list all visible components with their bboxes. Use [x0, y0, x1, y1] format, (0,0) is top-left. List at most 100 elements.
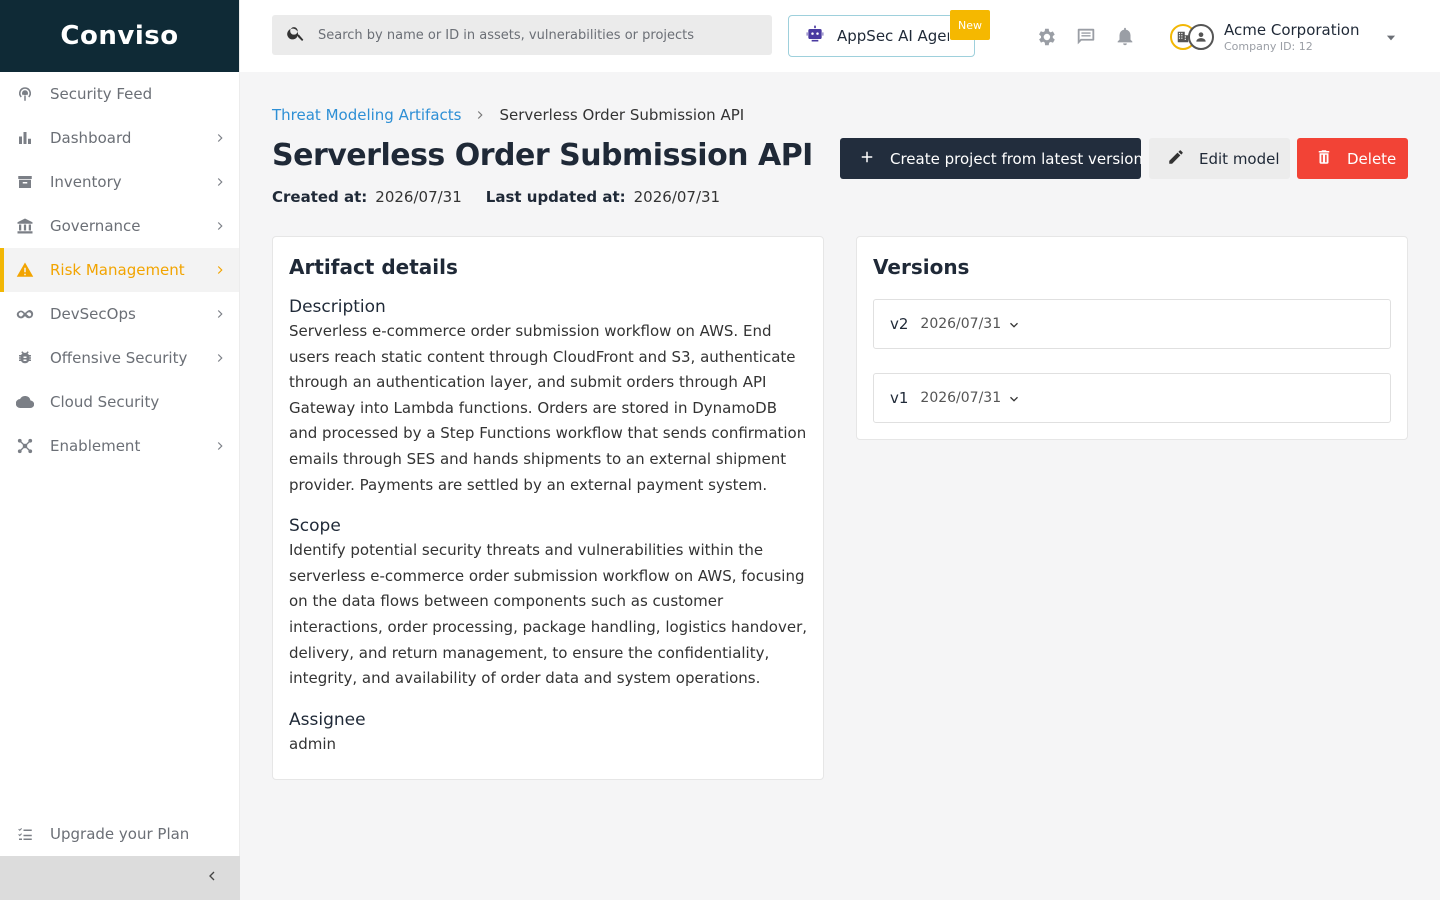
chevron-right-icon	[213, 307, 227, 321]
delete-button[interactable]: Delete	[1297, 138, 1408, 179]
gear-icon	[1035, 28, 1057, 52]
version-date: 2026/07/31	[920, 316, 1002, 332]
sidebar-item-enablement[interactable]: Enablement	[0, 424, 239, 468]
search-icon	[286, 23, 306, 47]
create-project-button[interactable]: Create project from latest version	[840, 138, 1143, 179]
assignee-label: Assignee	[289, 709, 366, 730]
trash-icon	[1315, 148, 1333, 170]
created-at-label: Created at:	[272, 188, 368, 206]
version-item-v1[interactable]: v1 2026/07/31	[873, 373, 1391, 423]
created-at-value: 2026/07/31	[375, 188, 462, 206]
edit-model-button[interactable]: Edit model	[1149, 138, 1290, 179]
chevron-down-icon	[1007, 391, 1021, 405]
sidebar-collapse-button[interactable]	[0, 856, 240, 900]
sidebar-item-label: Cloud Security	[50, 393, 160, 411]
description-text: Serverless e-commerce order submission w…	[289, 322, 807, 494]
appsec-ai-agent-button[interactable]: AppSec AI Agent	[788, 15, 975, 57]
chevron-down-icon	[1007, 317, 1021, 331]
bell-icon	[1114, 27, 1136, 51]
cloud-icon	[16, 393, 34, 411]
breadcrumb-threat-modeling-artifacts[interactable]: Threat Modeling Artifacts	[272, 106, 461, 124]
sidebar-item-label: Inventory	[50, 173, 122, 191]
company-name: Acme Corporation	[1224, 21, 1360, 39]
sidebar-item-security-feed[interactable]: Security Feed	[0, 72, 239, 116]
sidebar-item-label: DevSecOps	[50, 305, 136, 323]
chevron-right-icon	[213, 439, 227, 453]
sidebar-item-label: Governance	[50, 217, 141, 235]
sidebar-item-devsecops[interactable]: DevSecOps	[0, 292, 239, 336]
artifact-details-card: Artifact details Description Serverless …	[272, 236, 824, 780]
bank-icon	[16, 217, 34, 235]
assignee-value: admin	[289, 734, 336, 753]
chevron-right-icon	[213, 175, 227, 189]
delete-label: Delete	[1347, 149, 1397, 168]
chevron-left-icon	[204, 868, 220, 888]
conviso-logo[interactable]: Conviso	[0, 0, 239, 72]
create-project-label: Create project from latest version	[890, 149, 1143, 168]
page-title: Serverless Order Submission API	[272, 138, 813, 173]
messages-button[interactable]	[1075, 26, 1097, 48]
sidebar-nav: Security Feed Dashboard Inventory Govern…	[0, 72, 239, 468]
appsec-ai-agent-label: AppSec AI Agent	[837, 27, 949, 45]
chevron-right-icon	[213, 351, 227, 365]
robot-icon	[805, 24, 825, 48]
description-label: Description	[289, 297, 386, 317]
sidebar-item-cloud-security[interactable]: Cloud Security	[0, 380, 239, 424]
chevron-right-icon	[213, 263, 227, 277]
plus-icon	[858, 148, 876, 170]
user-icon	[1188, 24, 1214, 50]
artifact-details-title: Artifact details	[289, 255, 458, 279]
logo-text: Conviso	[60, 21, 179, 51]
breadcrumb-current: Serverless Order Submission API	[499, 106, 745, 124]
company-info: Acme Corporation Company ID: 12	[1224, 21, 1359, 53]
top-header: AppSec AI Agent New Acme Corporation Com…	[240, 0, 1440, 72]
sidebar-item-label: Security Feed	[50, 85, 153, 103]
infinity-icon	[16, 305, 34, 323]
artifact-dates: Created at: 2026/07/31 Last updated at: …	[272, 188, 744, 206]
sidebar-item-label: Risk Management	[50, 261, 185, 279]
global-search[interactable]	[272, 15, 772, 55]
bug-icon	[16, 349, 34, 367]
caret-down-icon	[1384, 30, 1398, 44]
chevron-right-icon	[213, 219, 227, 233]
company-avatar	[1170, 22, 1218, 52]
chevron-right-icon	[213, 131, 227, 145]
versions-card: Versions v2 2026/07/31 v1 2026/07/31	[856, 236, 1408, 440]
sidebar-item-risk-management[interactable]: Risk Management	[0, 248, 239, 292]
sidebar-item-label: Dashboard	[50, 129, 132, 147]
checklist-icon	[16, 825, 34, 843]
inventory-icon	[16, 173, 34, 191]
versions-title: Versions	[873, 255, 970, 279]
sidebar: Conviso Security Feed Dashboard Inventor…	[0, 0, 240, 900]
pencil-icon	[1167, 148, 1185, 170]
updated-at-label: Last updated at:	[485, 188, 626, 206]
chat-icon	[1075, 28, 1097, 52]
upgrade-plan-label: Upgrade your Plan	[50, 825, 190, 843]
new-badge: New	[950, 10, 990, 40]
sidebar-item-label: Enablement	[50, 437, 141, 455]
scope-text: Identify potential security threats and …	[289, 541, 808, 688]
notifications-button[interactable]	[1114, 25, 1136, 47]
sidebar-item-dashboard[interactable]: Dashboard	[0, 116, 239, 160]
broadcast-icon	[16, 85, 34, 103]
search-input[interactable]	[318, 27, 758, 43]
version-item-v2[interactable]: v2 2026/07/31	[873, 299, 1391, 349]
sidebar-item-label: Offensive Security	[50, 349, 188, 367]
version-name: v2	[890, 315, 909, 333]
breadcrumb: Threat Modeling Artifacts Serverless Ord…	[272, 106, 744, 124]
sidebar-item-offensive-security[interactable]: Offensive Security	[0, 336, 239, 380]
sidebar-item-inventory[interactable]: Inventory	[0, 160, 239, 204]
upgrade-plan-link[interactable]: Upgrade your Plan	[0, 812, 240, 856]
company-switcher[interactable]: Acme Corporation Company ID: 12	[1170, 20, 1430, 54]
chevron-right-icon	[473, 108, 487, 122]
company-id: Company ID: 12	[1224, 40, 1313, 53]
updated-at-value: 2026/07/31	[633, 188, 721, 206]
version-date: 2026/07/31	[920, 390, 1002, 406]
sidebar-item-governance[interactable]: Governance	[0, 204, 239, 248]
warning-icon	[16, 261, 34, 279]
version-name: v1	[890, 389, 909, 407]
settings-button[interactable]	[1035, 26, 1057, 48]
edit-model-label: Edit model	[1199, 149, 1280, 168]
network-icon	[16, 437, 34, 455]
scope-label: Scope	[289, 516, 341, 537]
